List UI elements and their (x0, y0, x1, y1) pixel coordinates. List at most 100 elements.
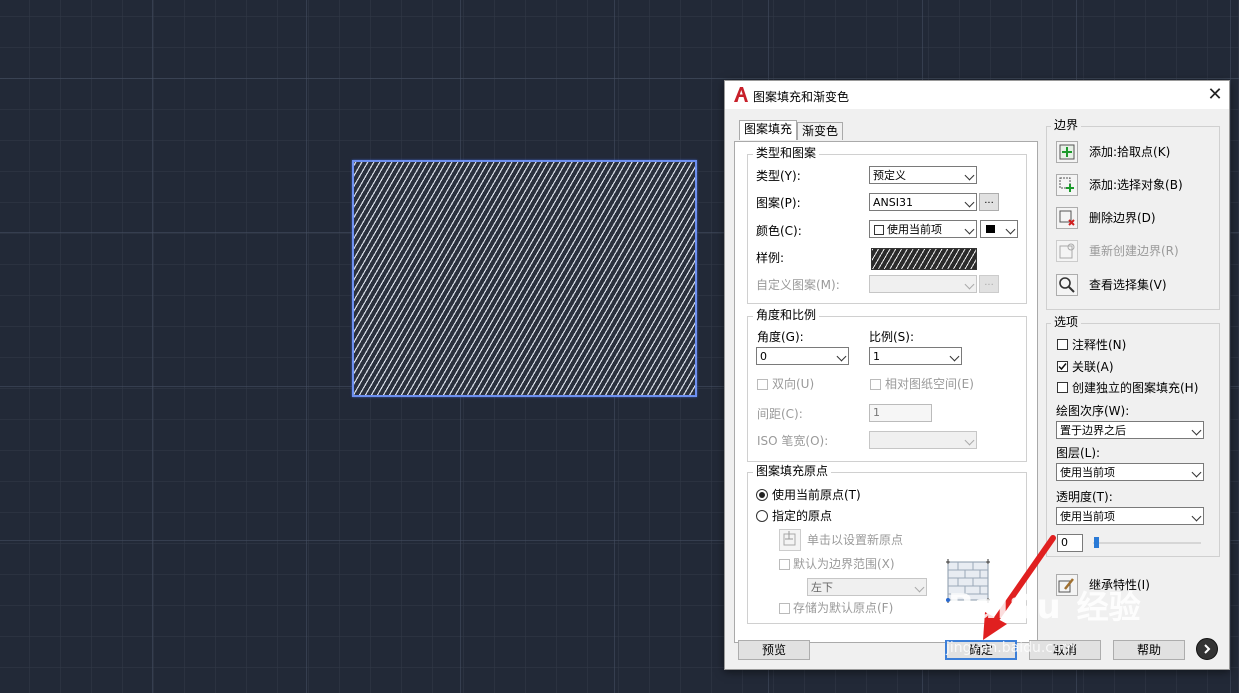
specified-origin-radio[interactable] (756, 510, 768, 522)
origin-position-dropdown[interactable]: 左下 (807, 578, 927, 596)
pattern-value: ANSI31 (873, 196, 913, 209)
view-selections-button[interactable] (1056, 274, 1078, 296)
transparency-dropdown[interactable]: 使用当前项 (1056, 507, 1204, 525)
separate-hatches-checkbox[interactable] (1057, 382, 1068, 393)
watermark-cn: 经验 (1076, 588, 1141, 626)
layer-dropdown[interactable]: 使用当前项 (1056, 463, 1204, 481)
chevron-down-icon (964, 435, 975, 446)
background-color-dropdown[interactable] (980, 220, 1018, 238)
view-selections-label[interactable]: 查看选择集(V) (1089, 278, 1167, 292)
type-pattern-title: 类型和图案 (753, 147, 820, 160)
color-dropdown[interactable]: 使用当前项 (869, 220, 977, 238)
custom-pattern-label: 自定义图案(M): (756, 278, 840, 292)
annotative-checkbox[interactable] (1057, 339, 1068, 350)
recreate-boundary-button[interactable] (1056, 240, 1078, 262)
color-swatch-empty-icon (874, 225, 884, 235)
angle-label: 角度(G): (757, 330, 804, 344)
chevron-down-icon (836, 351, 847, 362)
hatched-rectangle[interactable] (352, 160, 697, 397)
chevron-down-icon (964, 224, 975, 235)
color-label: 颜色(C): (756, 224, 802, 238)
watermark-brand-text: Bai (948, 587, 1009, 627)
dialog-title: 图案填充和渐变色 (753, 90, 850, 104)
add-select-objects-label[interactable]: 添加:选择对象(B) (1089, 178, 1183, 192)
type-label: 类型(Y): (756, 169, 801, 183)
boundaries-title: 边界 (1051, 119, 1082, 132)
origin-title: 图案填充原点 (753, 465, 832, 478)
draw-order-label: 绘图次序(W): (1056, 404, 1130, 418)
close-button[interactable]: ✕ (1205, 84, 1225, 106)
transparency-slider-thumb[interactable] (1094, 537, 1099, 548)
watermark-brand-end: u (1036, 587, 1061, 627)
autocad-logo-icon (734, 87, 748, 102)
origin-position-value: 左下 (811, 581, 833, 594)
pattern-sample[interactable] (871, 248, 977, 270)
paw-icon (1011, 593, 1037, 619)
double-label: 双向(U) (772, 377, 815, 391)
draw-order-dropdown[interactable]: 置于边界之后 (1056, 421, 1204, 439)
angle-value: 0 (760, 350, 767, 363)
chevron-down-icon (964, 170, 975, 181)
scale-value: 1 (873, 350, 880, 363)
crosshair-icon (783, 531, 796, 546)
add-pick-points-button[interactable] (1056, 141, 1078, 163)
recreate-boundary-label: 重新创建边界(R) (1089, 244, 1179, 258)
associative-checkbox[interactable] (1057, 361, 1068, 372)
relative-paper-checkbox[interactable] (870, 379, 881, 390)
specified-origin-label: 指定的原点 (772, 509, 833, 523)
transparency-value: 使用当前项 (1060, 510, 1115, 523)
scale-label: 比例(S): (869, 330, 915, 344)
type-dropdown[interactable]: 预定义 (869, 166, 977, 184)
relative-paper-label: 相对图纸空间(E) (885, 377, 974, 391)
annotative-label: 注释性(N) (1072, 338, 1127, 352)
chevron-down-icon (964, 197, 975, 208)
watermark-brand: Bai u 经验 (948, 582, 1141, 628)
watermark-url: jingyan.baidu.com (946, 640, 1076, 656)
chevron-down-icon (1191, 425, 1202, 436)
remove-boundary-icon (1059, 210, 1075, 226)
remove-boundaries-label[interactable]: 删除边界(D) (1089, 211, 1156, 225)
chevron-down-icon (1005, 224, 1016, 235)
angle-dropdown[interactable]: 0 (756, 347, 849, 365)
chevron-down-icon (1191, 511, 1202, 522)
transparency-label: 透明度(T): (1056, 490, 1113, 504)
help-button[interactable]: 帮助 (1113, 640, 1185, 660)
tab-gradient[interactable]: 渐变色 (797, 122, 844, 140)
use-current-origin-label: 使用当前原点(T) (772, 488, 861, 502)
set-origin-button[interactable] (779, 529, 801, 551)
select-objects-icon (1059, 177, 1074, 192)
add-select-objects-button[interactable] (1056, 174, 1078, 196)
tab-hatch[interactable]: 图案填充 (739, 120, 798, 140)
black-swatch-icon (986, 225, 995, 233)
remove-boundaries-button[interactable] (1056, 207, 1078, 229)
chevron-down-icon (1191, 467, 1202, 478)
custom-pattern-dropdown[interactable] (869, 275, 977, 293)
custom-browse-button[interactable]: ... (979, 275, 999, 293)
more-options-button[interactable] (1196, 638, 1218, 660)
angle-scale-title: 角度和比例 (753, 309, 820, 322)
chevron-down-icon (949, 351, 960, 362)
pick-point-icon (1059, 144, 1075, 160)
iso-pen-label: ISO 笔宽(O): (757, 434, 829, 448)
layer-value: 使用当前项 (1060, 466, 1115, 479)
transparency-slider-track[interactable] (1093, 542, 1201, 544)
preview-button[interactable]: 预览 (738, 640, 810, 660)
double-checkbox[interactable] (757, 379, 768, 390)
pattern-dropdown[interactable]: ANSI31 (869, 193, 977, 211)
default-extent-label: 默认为边界范围(X) (793, 557, 895, 571)
add-pick-points-label[interactable]: 添加:拾取点(K) (1089, 145, 1170, 159)
store-default-label: 存储为默认原点(F) (793, 601, 894, 615)
chevron-down-icon (914, 582, 925, 593)
pattern-browse-button[interactable]: ... (979, 193, 999, 211)
layer-label: 图层(L): (1056, 446, 1101, 460)
scale-dropdown[interactable]: 1 (869, 347, 962, 365)
default-extent-checkbox[interactable] (779, 559, 790, 570)
chevron-down-icon (964, 279, 975, 290)
use-current-origin-radio[interactable] (756, 489, 768, 501)
magnifier-icon (1059, 277, 1075, 293)
store-default-checkbox[interactable] (779, 603, 790, 614)
draw-order-value: 置于边界之后 (1060, 424, 1126, 437)
spacing-input[interactable]: 1 (869, 404, 932, 422)
associative-label: 关联(A) (1072, 360, 1114, 374)
iso-pen-dropdown[interactable] (869, 431, 977, 449)
